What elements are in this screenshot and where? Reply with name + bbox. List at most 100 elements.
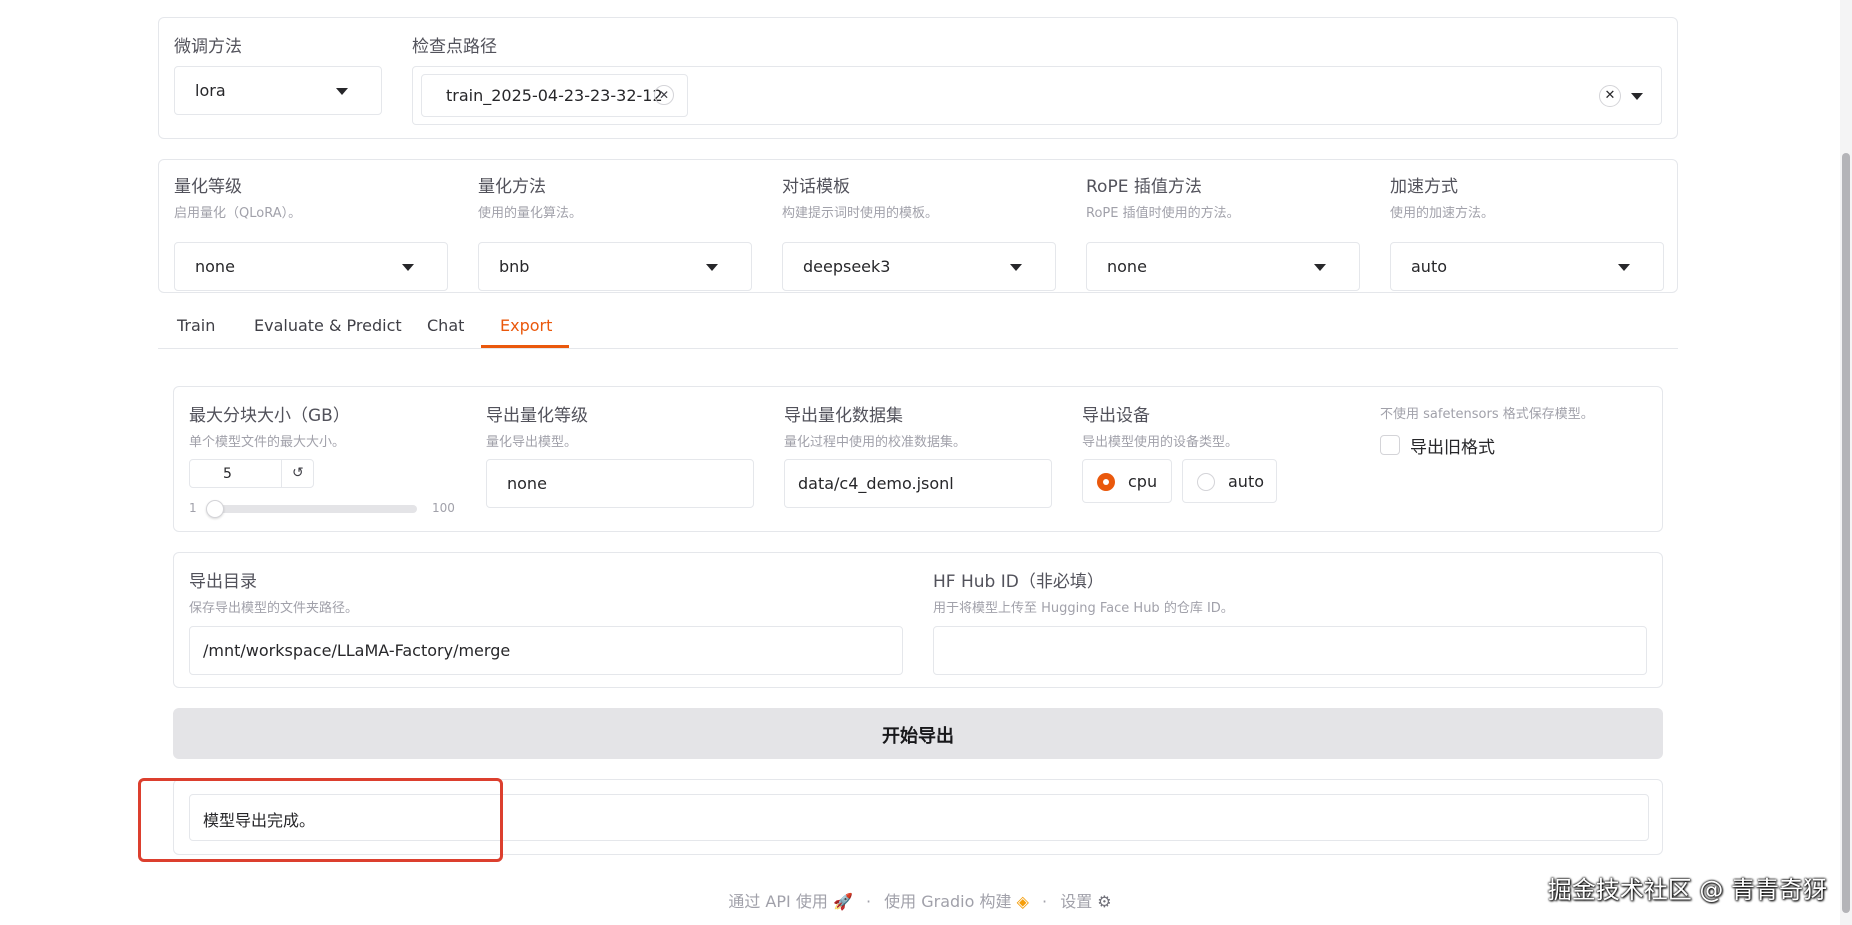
quant-bit-dropdown[interactable]: none <box>174 242 448 291</box>
export-dir-input[interactable]: /mnt/workspace/LLaMA-Factory/merge <box>189 626 903 675</box>
slider-max-label: 100 <box>432 501 455 515</box>
device-option-auto-label: auto <box>1228 472 1265 491</box>
device-option-auto[interactable]: auto <box>1182 459 1277 503</box>
chevron-down-icon <box>1010 264 1022 271</box>
quant-method-value: bnb <box>499 257 530 276</box>
template-info: 构建提示词时使用的模板。 <box>782 206 939 221</box>
export-quant-bit-input[interactable]: none <box>486 459 754 508</box>
chevron-down-icon <box>1314 264 1326 271</box>
export-options-panel: 最大分块大小（GB） 单个模型文件的最大大小。 5 ↺ 1 100 导出量化等级… <box>173 386 1663 532</box>
gradio-logo-icon: ◈ <box>1016 892 1029 911</box>
template-label: 对话模板 <box>782 177 850 197</box>
finetune-method-dropdown[interactable]: lora <box>174 66 382 115</box>
template-dropdown[interactable]: deepseek3 <box>782 242 1056 291</box>
export-dataset-input[interactable]: data/c4_demo.jsonl <box>784 459 1052 508</box>
settings-link[interactable]: 设置 ⚙ <box>1060 892 1111 911</box>
export-dataset-label: 导出量化数据集 <box>784 406 903 426</box>
booster-label: 加速方式 <box>1390 177 1458 197</box>
tab-evaluate-predict[interactable]: Evaluate & Predict <box>254 316 402 335</box>
rope-group: RoPE 插值方法 RoPE 插值时使用的方法。 none <box>1086 170 1360 291</box>
page-scrollbar-thumb[interactable] <box>1842 153 1850 913</box>
export-device-info: 导出模型使用的设备类型。 <box>1082 435 1239 450</box>
gear-icon: ⚙ <box>1097 892 1112 911</box>
built-with-gradio-link[interactable]: 使用 Gradio 构建 ◈ <box>884 892 1029 911</box>
use-via-api-link[interactable]: 通过 API 使用 🚀 <box>728 892 853 911</box>
finetune-method-label: 微调方法 <box>174 37 242 57</box>
booster-group: 加速方式 使用的加速方法。 auto <box>1390 170 1664 291</box>
chevron-down-icon <box>1618 264 1630 271</box>
rocket-icon: 🚀 <box>832 892 853 911</box>
radio-unchecked-icon <box>1197 473 1215 491</box>
checkpoint-chip-label: train_2025-04-23-23-32-12 <box>446 86 663 105</box>
hub-id-info: 用于将模型上传至 Hugging Face Hub 的仓库 ID。 <box>933 601 1234 616</box>
booster-info: 使用的加速方法。 <box>1390 206 1495 221</box>
export-quant-bit-value: none <box>507 474 547 493</box>
max-shard-size-label: 最大分块大小（GB） <box>189 406 350 426</box>
chevron-down-icon[interactable] <box>1631 93 1643 100</box>
quantization-panel: 量化等级 启用量化（QLoRA）。 none 量化方法 使用的量化算法。 bnb… <box>158 159 1678 293</box>
tab-export[interactable]: Export <box>500 316 552 335</box>
tab-train[interactable]: Train <box>177 316 215 335</box>
quant-bit-group: 量化等级 启用量化（QLoRA）。 none <box>174 170 448 291</box>
hub-id-input[interactable] <box>933 626 1647 675</box>
export-dataset-info: 量化过程中使用的校准数据集。 <box>784 435 967 450</box>
quant-bit-info: 启用量化（QLoRA）。 <box>174 206 302 221</box>
use-via-api-label: 通过 API 使用 <box>728 892 828 911</box>
export-dir-value: /mnt/workspace/LLaMA-Factory/merge <box>203 641 511 660</box>
export-dir-panel: 导出目录 保存导出模型的文件夹路径。 /mnt/workspace/LLaMA-… <box>173 552 1663 688</box>
template-group: 对话模板 构建提示词时使用的模板。 deepseek3 <box>782 170 1056 291</box>
chevron-down-icon <box>336 88 348 95</box>
tab-bar <box>158 348 1678 349</box>
rope-info: RoPE 插值时使用的方法。 <box>1086 206 1240 221</box>
radio-checked-icon <box>1097 473 1115 491</box>
rope-value: none <box>1107 257 1147 276</box>
chevron-down-icon <box>706 264 718 271</box>
checkpoint-path-multiselect[interactable]: train_2025-04-23-23-32-12 ✕ ✕ <box>412 66 1662 125</box>
export-quant-bit-info: 量化导出模型。 <box>486 435 578 450</box>
export-dataset-value: data/c4_demo.jsonl <box>798 474 954 493</box>
built-with-gradio-label: 使用 Gradio 构建 <box>884 892 1012 911</box>
legacy-format-checkbox[interactable] <box>1380 435 1400 455</box>
checkpoint-chip: train_2025-04-23-23-32-12 ✕ <box>421 74 688 117</box>
start-export-button[interactable]: 开始导出 <box>173 708 1663 759</box>
export-quant-bit-label: 导出量化等级 <box>486 406 588 426</box>
chevron-down-icon <box>402 264 414 271</box>
max-shard-size-info: 单个模型文件的最大大小。 <box>189 435 346 450</box>
export-dir-label: 导出目录 <box>189 572 257 592</box>
start-export-label: 开始导出 <box>882 726 954 747</box>
reset-button[interactable]: ↺ <box>281 459 314 488</box>
model-settings-panel: 微调方法 lora 检查点路径 train_2025-04-23-23-32-1… <box>158 17 1678 139</box>
device-option-cpu[interactable]: cpu <box>1082 459 1172 503</box>
rope-label: RoPE 插值方法 <box>1086 177 1202 197</box>
quant-method-info: 使用的量化算法。 <box>478 206 583 221</box>
tab-chat[interactable]: Chat <box>427 316 464 335</box>
rope-dropdown[interactable]: none <box>1086 242 1360 291</box>
footer-separator: · <box>865 892 872 911</box>
legacy-format-info: 不使用 safetensors 格式保存模型。 <box>1380 407 1594 422</box>
quant-method-dropdown[interactable]: bnb <box>478 242 752 291</box>
quant-bit-label: 量化等级 <box>174 177 242 197</box>
slider-thumb[interactable] <box>206 500 225 518</box>
settings-label: 设置 <box>1060 892 1093 911</box>
watermark: 掘金技术社区 @ 青青奇犽 <box>1547 876 1827 904</box>
template-value: deepseek3 <box>803 257 891 276</box>
clear-all-icon[interactable]: ✕ <box>1599 85 1621 107</box>
hub-id-label: HF Hub ID（非必填） <box>933 572 1104 592</box>
quant-method-group: 量化方法 使用的量化算法。 bnb <box>478 170 752 291</box>
chip-remove-icon[interactable]: ✕ <box>654 85 674 105</box>
quant-bit-value: none <box>195 257 235 276</box>
booster-value: auto <box>1411 257 1448 276</box>
booster-dropdown[interactable]: auto <box>1390 242 1664 291</box>
tab-active-indicator <box>481 345 569 348</box>
export-dir-info: 保存导出模型的文件夹路径。 <box>189 601 359 616</box>
highlight-annotation-box <box>138 778 503 862</box>
export-device-label: 导出设备 <box>1082 406 1150 426</box>
reset-icon: ↺ <box>292 465 304 481</box>
finetune-method-value: lora <box>195 81 226 100</box>
page-scrollbar-track[interactable] <box>1840 0 1852 925</box>
max-shard-size-input[interactable]: 5 <box>189 459 282 488</box>
footer-separator: · <box>1042 892 1048 911</box>
legacy-format-label: 导出旧格式 <box>1410 438 1495 458</box>
max-shard-size-slider[interactable] <box>206 500 417 518</box>
device-option-cpu-label: cpu <box>1128 472 1158 491</box>
